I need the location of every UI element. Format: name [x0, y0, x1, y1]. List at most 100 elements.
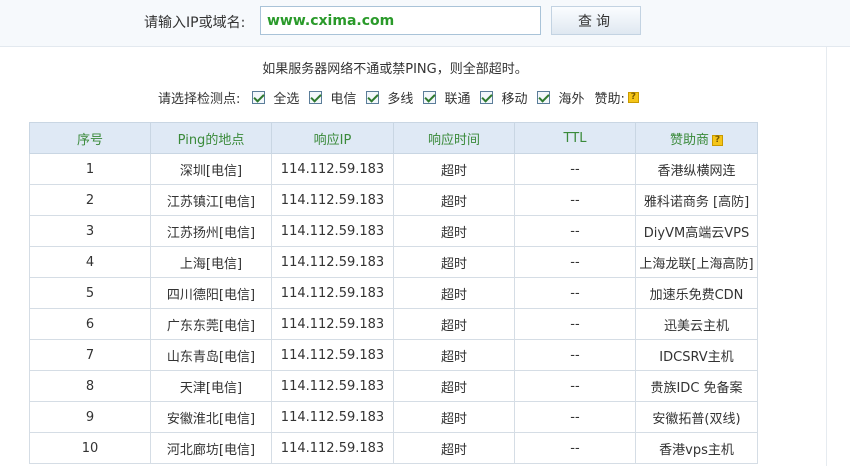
table-row: 8 天津[电信] 114.112.59.183 超时 -- 贵族IDC 免备案 — [29, 370, 758, 402]
cell-location: 广东东莞[电信] — [150, 308, 272, 340]
divider — [826, 47, 827, 466]
cell-no: 8 — [29, 370, 151, 402]
cell-ip: 114.112.59.183 — [271, 277, 394, 309]
sponsor-link[interactable]: 雅科诺商务 [高防] — [635, 184, 758, 216]
cell-no: 5 — [29, 277, 151, 309]
cell-ip: 114.112.59.183 — [271, 370, 394, 402]
col-header-sponsor-label: 赞助商 — [669, 132, 709, 148]
col-header-no: 序号 — [29, 122, 151, 154]
ping-results-table: 序号 Ping的地点 响应IP 响应时间 TTL 赞助商? 1 深圳[电信] 114… — [29, 122, 758, 464]
cell-ttl: -- — [514, 215, 636, 247]
checkbox-telecom[interactable]: 电信 — [309, 88, 356, 107]
col-header-ip: 响应IP — [271, 122, 394, 154]
col-header-ttl: TTL — [514, 122, 636, 154]
table-row: 2 江苏镇江[电信] 114.112.59.183 超时 -- 雅科诺商务 [高防] — [29, 184, 758, 216]
checkbox-icon[interactable] — [537, 90, 551, 104]
cell-no: 3 — [29, 215, 151, 247]
checkbox-icon[interactable] — [366, 90, 380, 104]
cell-time: 超时 — [393, 153, 515, 185]
cell-time: 超时 — [393, 246, 515, 278]
cell-time: 超时 — [393, 308, 515, 340]
cell-ttl: -- — [514, 246, 636, 278]
checkbox-label: 多线 — [387, 91, 414, 107]
checkbox-icon[interactable] — [252, 90, 266, 104]
domain-input[interactable] — [260, 6, 541, 35]
cell-ip: 114.112.59.183 — [271, 153, 394, 185]
cell-ip: 114.112.59.183 — [271, 215, 394, 247]
cell-ip: 114.112.59.183 — [271, 339, 394, 371]
cell-location: 山东青岛[电信] — [150, 339, 272, 371]
question-icon[interactable]: ? — [712, 134, 723, 146]
cell-time: 超时 — [393, 184, 515, 216]
cell-time: 超时 — [393, 339, 515, 371]
cell-ttl: -- — [514, 308, 636, 340]
checkbox-unicom[interactable]: 联通 — [423, 88, 470, 107]
cell-no: 2 — [29, 184, 151, 216]
cell-location: 江苏扬州[电信] — [150, 215, 272, 247]
cell-time: 超时 — [393, 370, 515, 402]
cell-ttl: -- — [514, 184, 636, 216]
cell-time: 超时 — [393, 432, 515, 464]
node-selector: 请选择检测点: 全选 电信 多线 联通 移动 海外 赞助: ? — [158, 88, 639, 107]
cell-location: 深圳[电信] — [150, 153, 272, 185]
cell-location: 河北廊坊[电信] — [150, 432, 272, 464]
cell-ip: 114.112.59.183 — [271, 184, 394, 216]
cell-no: 1 — [29, 153, 151, 185]
checkbox-icon[interactable] — [480, 90, 494, 104]
question-icon[interactable]: ? — [627, 91, 639, 103]
cell-location: 天津[电信] — [150, 370, 272, 402]
sponsor-link[interactable]: 安徽拓普(双线) — [635, 401, 758, 433]
checkbox-overseas[interactable]: 海外 — [537, 88, 584, 107]
sponsor-link[interactable]: IDCSRV主机 — [635, 339, 758, 371]
cell-no: 10 — [29, 432, 151, 464]
cell-ttl: -- — [514, 401, 636, 433]
checkbox-label: 全选 — [273, 91, 300, 107]
sponsor-link[interactable]: 香港vps主机 — [635, 432, 758, 464]
sponsor-label: 赞助: — [594, 91, 625, 107]
cell-ttl: -- — [514, 277, 636, 309]
cell-location: 江苏镇江[电信] — [150, 184, 272, 216]
table-row: 3 江苏扬州[电信] 114.112.59.183 超时 -- DiyVM高端云VPS — [29, 215, 758, 247]
notice-text: 如果服务器网络不通或禁PING，则全部超时。 — [262, 62, 528, 77]
query-button[interactable]: 查询 — [551, 6, 641, 35]
sponsor-link[interactable]: 加速乐免费CDN — [635, 277, 758, 309]
checkbox-label: 电信 — [330, 91, 357, 107]
sponsor-link[interactable]: 迅美云主机 — [635, 308, 758, 340]
table-row: 5 四川德阳[电信] 114.112.59.183 超时 -- 加速乐免费CDN — [29, 277, 758, 309]
cell-no: 9 — [29, 401, 151, 433]
cell-location: 四川德阳[电信] — [150, 277, 272, 309]
col-header-time: 响应时间 — [393, 122, 515, 154]
cell-time: 超时 — [393, 401, 515, 433]
sponsor-link[interactable]: 上海龙联[上海高防] — [635, 246, 758, 278]
cell-location: 上海[电信] — [150, 246, 272, 278]
table-row: 6 广东东莞[电信] 114.112.59.183 超时 -- 迅美云主机 — [29, 308, 758, 340]
checkbox-icon[interactable] — [309, 90, 323, 104]
cell-ttl: -- — [514, 370, 636, 402]
checkbox-all[interactable]: 全选 — [252, 88, 299, 107]
cell-no: 4 — [29, 246, 151, 278]
table-row: 7 山东青岛[电信] 114.112.59.183 超时 -- IDCSRV主机 — [29, 339, 758, 371]
checkbox-label: 海外 — [558, 91, 585, 107]
checkbox-multiline[interactable]: 多线 — [366, 88, 413, 107]
sponsor-link[interactable]: 贵族IDC 免备案 — [635, 370, 758, 402]
checkbox-icon[interactable] — [423, 90, 437, 104]
col-header-sponsor: 赞助商? — [635, 122, 758, 154]
table-row: 9 安徽淮北[电信] 114.112.59.183 超时 -- 安徽拓普(双线) — [29, 401, 758, 433]
cell-ip: 114.112.59.183 — [271, 432, 394, 464]
sponsor-link[interactable]: DiyVM高端云VPS — [635, 215, 758, 247]
node-selector-label: 请选择检测点: — [158, 91, 241, 107]
checkbox-label: 联通 — [444, 91, 471, 107]
table-row: 4 上海[电信] 114.112.59.183 超时 -- 上海龙联[上海高防] — [29, 246, 758, 278]
cell-time: 超时 — [393, 215, 515, 247]
cell-ttl: -- — [514, 432, 636, 464]
checkbox-label: 移动 — [501, 91, 528, 107]
cell-time: 超时 — [393, 277, 515, 309]
query-label: 请输入IP或域名: — [144, 15, 246, 31]
cell-ip: 114.112.59.183 — [271, 246, 394, 278]
table-row: 1 深圳[电信] 114.112.59.183 超时 -- 香港纵横网连 — [29, 153, 758, 185]
cell-location: 安徽淮北[电信] — [150, 401, 272, 433]
table-row: 10 河北廊坊[电信] 114.112.59.183 超时 -- 香港vps主机 — [29, 432, 758, 464]
sponsor-link[interactable]: 香港纵横网连 — [635, 153, 758, 185]
table-header-row: 序号 Ping的地点 响应IP 响应时间 TTL 赞助商? — [29, 122, 758, 154]
checkbox-mobile[interactable]: 移动 — [480, 88, 527, 107]
